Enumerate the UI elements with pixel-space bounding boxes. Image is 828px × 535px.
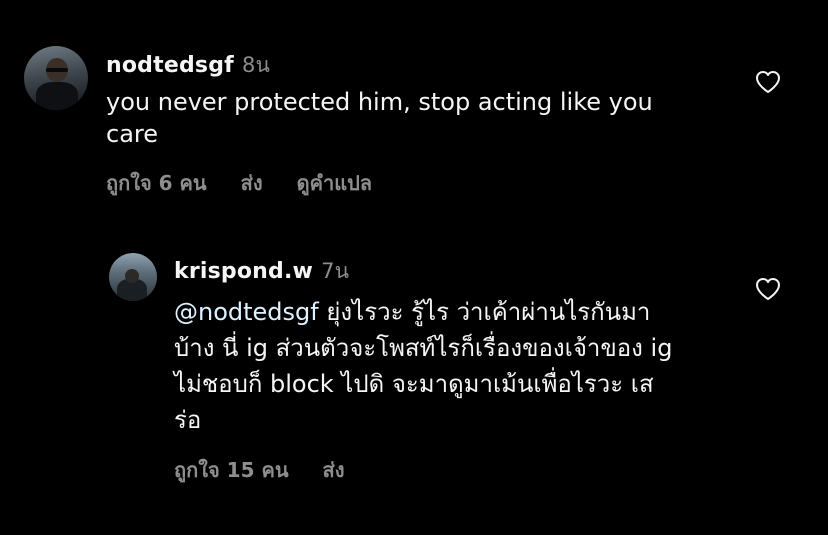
username-text[interactable]: krispond.w — [174, 259, 313, 284]
heart-icon[interactable] — [755, 277, 781, 301]
comment-time: 8น — [241, 53, 271, 77]
comment-time: 7น — [321, 259, 350, 283]
avatar[interactable] — [109, 253, 157, 301]
translate-button[interactable]: ดูคำแปล — [297, 167, 372, 199]
comment-username[interactable]: nodtedsgf 8น — [106, 49, 270, 82]
username-text[interactable]: nodtedsgf — [106, 53, 234, 78]
avatar[interactable] — [24, 46, 88, 110]
comment-username[interactable]: krispond.w 7น — [174, 255, 349, 288]
mention-link[interactable]: @nodtedsgf — [174, 298, 319, 326]
reply-button[interactable]: ส่ง — [241, 167, 263, 199]
comment-text: you never protected him, stop acting lik… — [106, 88, 653, 148]
comment-text: @nodtedsgf ยุ่งไรวะ รู้ไร ว่าเค้าผ่านไรก… — [174, 294, 734, 438]
likes-count[interactable]: ถูกใจ 15 คน — [174, 454, 289, 486]
likes-count[interactable]: ถูกใจ 6 คน — [106, 167, 207, 199]
heart-icon[interactable] — [755, 70, 781, 94]
reply-button[interactable]: ส่ง — [323, 454, 345, 486]
